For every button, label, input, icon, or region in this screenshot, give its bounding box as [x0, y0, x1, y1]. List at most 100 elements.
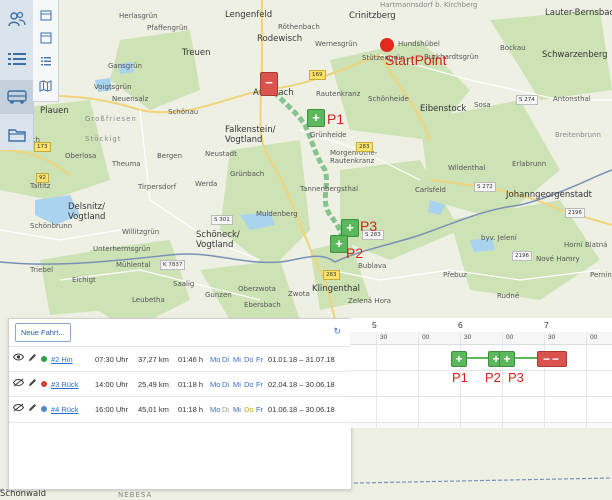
grid-line — [376, 332, 377, 428]
town-label: NEBESA — [118, 491, 153, 499]
list-button[interactable] — [0, 42, 33, 76]
refresh-icon[interactable]: ↻ — [333, 326, 341, 337]
town-label: Bergen — [157, 152, 183, 160]
table-button[interactable] — [33, 26, 58, 49]
town-label: Neustadt — [205, 150, 237, 158]
day-mo: Mo — [210, 405, 221, 414]
hour-label: 5 — [372, 320, 377, 330]
town-label: Rautenkranz — [316, 90, 361, 98]
trip-distance: 37,27 km — [138, 355, 169, 364]
trip-row[interactable]: #3 Rück 14:00 Uhr 25,49 km 01:18 h Mo Di… — [9, 371, 351, 397]
minute-label: 00 — [590, 334, 598, 341]
grid-line — [586, 332, 587, 428]
town-label: Theuma — [112, 160, 141, 168]
timeline-row — [350, 371, 612, 397]
left-toolbar — [0, 0, 60, 150]
toolbar-main — [0, 0, 34, 150]
trip-name-link[interactable]: #3 Rück — [51, 380, 79, 389]
end-marker[interactable]: − — [260, 72, 278, 96]
edit-pencil-icon[interactable] — [28, 353, 37, 364]
folder-icon — [7, 129, 26, 142]
new-trip-button[interactable]: Neue Fahrt... — [15, 323, 71, 342]
calendar-icon — [39, 9, 52, 21]
town-label: Ebersbach — [244, 301, 281, 309]
folder-button[interactable] — [0, 118, 33, 152]
road-shield: S 272 — [474, 182, 496, 192]
trip-color-dot — [41, 381, 47, 387]
minute-label: 00 — [506, 334, 514, 341]
town-label: Erlabrunn — [512, 160, 547, 168]
map-button[interactable] — [33, 74, 58, 97]
town-label: Hartmannsdorf b. Kirchberg — [380, 1, 478, 9]
timeline-label-p2: P2 — [485, 370, 501, 385]
minus-icon: − — [552, 352, 562, 366]
timeline-stop-end[interactable]: −− — [537, 351, 567, 367]
trip-name-link[interactable]: #2 Hin — [51, 355, 73, 364]
day-mo: Mo — [210, 380, 221, 389]
town-label: Oberlosa — [65, 152, 97, 160]
town-label: Tannenbergsthal — [300, 185, 359, 193]
table-icon — [39, 31, 52, 44]
road-shield: 283 — [323, 270, 340, 280]
town-label: byv. Jelení — [481, 234, 517, 242]
timeline[interactable]: 5 6 7 30 00 30 00 30 00 + + + −− P1 P2 P… — [350, 318, 612, 428]
town-label: Unterhermsgrün — [93, 245, 151, 253]
visibility-eye-off-icon[interactable] — [12, 403, 25, 414]
town-label: Bockau — [500, 44, 526, 52]
town-label: Leubetha — [132, 296, 165, 304]
town-label: Klingenthal — [312, 284, 360, 294]
town-label: Schönau — [168, 108, 199, 116]
hour-label: 6 — [458, 320, 463, 330]
trip-color-dot — [41, 406, 47, 412]
town-label: Großfriesen — [85, 115, 137, 123]
users-button[interactable] — [0, 2, 33, 36]
day-do: Do — [244, 405, 254, 414]
timeline-label-p1: P1 — [452, 370, 468, 385]
trip-row[interactable]: #4 Rück 16:00 Uhr 45,01 km 01:18 h Mo Di… — [9, 396, 351, 423]
town-label: Neuensalz — [112, 95, 149, 103]
town-label: Zelená Hora — [348, 297, 392, 305]
town-label: Johanngeorgenstadt — [506, 190, 592, 200]
minute-label: 30 — [380, 334, 388, 341]
trip-row[interactable]: #2 Hin 07:30 Uhr 37,27 km 01:46 h Mo Di … — [9, 346, 351, 372]
rows-button[interactable] — [33, 49, 58, 72]
town-label: Grünbach — [230, 170, 265, 178]
bus-button[interactable] — [0, 80, 33, 114]
edit-pencil-icon[interactable] — [28, 403, 37, 414]
minute-label: 30 — [464, 334, 472, 341]
day-fr: Fr — [256, 380, 264, 389]
visibility-eye-off-icon[interactable] — [12, 378, 25, 389]
waypoint-label-p1: P1 — [327, 111, 345, 127]
road-shield: S 274 — [516, 95, 538, 105]
trip-duration: 01:18 h — [178, 405, 204, 414]
road-shield: S 301 — [211, 215, 233, 225]
plus-icon: + — [346, 220, 354, 235]
list-icon — [7, 53, 26, 65]
town-label: Herlasgrün — [119, 12, 158, 20]
town-label: Falkenstein/ Vogtland — [225, 125, 276, 145]
calendar-button[interactable] — [33, 3, 58, 26]
town-label: Schönwald — [0, 489, 46, 499]
town-label: Wildenthal — [448, 164, 486, 172]
rows-icon — [40, 56, 51, 65]
trip-distance: 45,01 km — [138, 405, 169, 414]
waypoint-label-p2: P2 — [346, 245, 364, 261]
day-di: Di — [222, 355, 230, 364]
town-label: Breitenbrunn — [555, 131, 601, 139]
town-label: Delsnitz/ Vogtland — [68, 202, 106, 222]
town-label: Grünheide — [310, 131, 347, 139]
day-di: Di — [222, 380, 230, 389]
road-shield: 92 — [36, 173, 49, 183]
visibility-eye-icon[interactable] — [12, 353, 25, 363]
waypoint-marker-p1[interactable]: + — [307, 109, 325, 127]
town-label: Horní Blatná — [564, 241, 608, 249]
hour-label: 7 — [544, 320, 549, 330]
trip-period: 02.04.18 – 30.06.18 — [268, 380, 335, 389]
timeline-stop-p3[interactable]: + — [499, 351, 515, 367]
day-mi: Mi — [233, 355, 241, 364]
edit-pencil-icon[interactable] — [28, 378, 37, 389]
plus-icon: + — [455, 352, 463, 366]
town-label: Oberzwota — [238, 285, 276, 293]
timeline-stop-p1[interactable]: + — [451, 351, 467, 367]
trip-name-link[interactable]: #4 Rück — [51, 405, 79, 414]
